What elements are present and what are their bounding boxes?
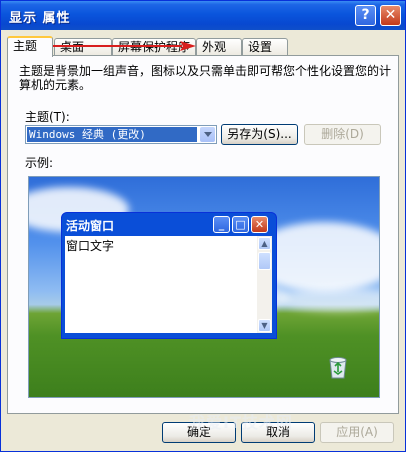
preview-active-window: 活动窗口 _ □ ✕ 窗口文字 ▲ ▼ — [61, 212, 277, 339]
delete-button[interactable]: 删除(D) — [304, 124, 381, 145]
maximize-icon: □ — [232, 216, 249, 233]
chevron-down-icon[interactable] — [200, 127, 215, 142]
preview-window-text: 窗口文字 — [66, 239, 115, 253]
recycle-bin-icon — [329, 357, 347, 379]
cloud-shape — [279, 287, 379, 312]
watermark-text: 我爱IT技术网 — [189, 413, 293, 432]
theme-preview: 活动窗口 _ □ ✕ 窗口文字 ▲ ▼ — [28, 176, 380, 398]
preview-label: 示例: — [25, 156, 54, 170]
close-icon: ✕ — [251, 216, 268, 233]
title-bar[interactable]: 显示 属性 ? ✕ — [1, 1, 405, 30]
tab-desktop[interactable]: 桌面 — [54, 38, 112, 56]
window-title: 显示 属性 — [9, 11, 71, 26]
theme-description: 主题是背景加一组声音，图标以及只需单击即可帮您个性化设置您的计算机的元素。 — [19, 64, 392, 92]
tab-settings[interactable]: 设置 — [242, 38, 288, 56]
preview-scrollbar: ▲ ▼ — [257, 236, 272, 333]
minimize-icon: _ — [213, 216, 230, 233]
preview-window-client: 窗口文字 ▲ ▼ — [65, 236, 272, 333]
preview-window-title: 活动窗口 — [66, 219, 115, 233]
theme-select-value: Windows 经典 (更改) — [27, 127, 197, 142]
save-as-button[interactable]: 另存为(S)... — [221, 124, 298, 145]
tab-screensaver[interactable]: 屏幕保护程序 — [112, 38, 196, 56]
scroll-up-icon: ▲ — [258, 237, 271, 250]
display-properties-window: 显示 属性 ? ✕ 主题 桌面 屏幕保护程序 外观 设置 主题是背景加一组声音，… — [0, 0, 406, 452]
scroll-thumb — [258, 252, 271, 270]
theme-label: 主题(T): — [25, 110, 70, 124]
tab-appearance[interactable]: 外观 — [196, 38, 242, 56]
theme-select[interactable]: Windows 经典 (更改) — [25, 125, 217, 144]
apply-button[interactable]: 应用(A) — [320, 422, 394, 443]
help-button[interactable]: ? — [355, 5, 376, 26]
tab-themes[interactable]: 主题 — [7, 36, 53, 57]
close-button[interactable]: ✕ — [380, 5, 401, 26]
scroll-down-icon: ▼ — [258, 319, 271, 332]
